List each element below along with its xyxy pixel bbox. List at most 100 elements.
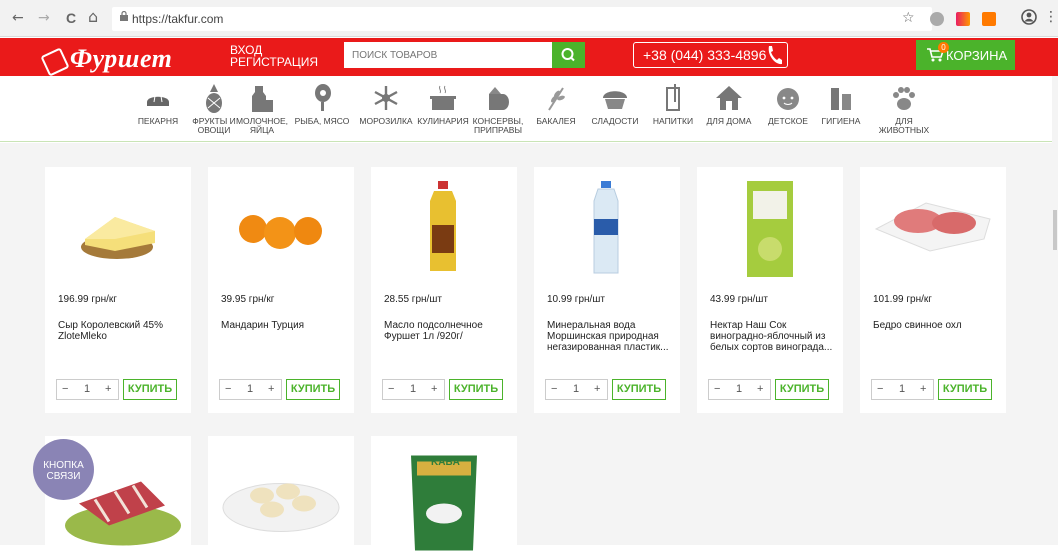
search-button[interactable]	[552, 42, 585, 68]
product-name[interactable]: Бедро свинное охл	[873, 320, 998, 331]
product-card[interactable]: 28.55 грн/шт Масло подсолнечное Фуршет 1…	[371, 167, 517, 413]
buy-button[interactable]: КУПИТЬ	[449, 379, 503, 400]
quantity-value[interactable]: 1	[84, 383, 90, 395]
quantity-stepper[interactable]: − 1 +	[56, 379, 119, 400]
phone-button[interactable]: +38 (044) 333-4896	[633, 42, 788, 68]
forward-icon[interactable]: →	[38, 10, 50, 26]
dumplings-image	[222, 483, 340, 532]
minus-icon[interactable]: −	[225, 383, 231, 395]
bookmark-star-icon[interactable]: ☆	[902, 10, 915, 26]
quantity-value[interactable]: 1	[736, 383, 742, 395]
baby-icon	[777, 88, 799, 110]
extension-icon[interactable]	[956, 12, 970, 26]
contact-button[interactable]: КНОПКА СВЯЗИ	[33, 439, 94, 500]
paw-icon	[893, 87, 915, 110]
product-name[interactable]: Нектар Наш Сок виноградно-яблочный из бе…	[710, 320, 835, 353]
bread-icon	[147, 95, 169, 106]
product-card[interactable]: 39.95 грн/кг Мандарин Турция − 1 + КУПИТЬ	[208, 167, 354, 413]
product-price: 39.95 грн/кг	[221, 294, 275, 305]
quantity-stepper[interactable]: − 1 +	[382, 379, 445, 400]
plus-icon[interactable]: +	[268, 383, 274, 395]
pot-icon	[430, 85, 456, 110]
plus-icon[interactable]: +	[920, 383, 926, 395]
quantity-value[interactable]: 1	[573, 383, 579, 395]
cart-label: КОРЗИНА	[946, 48, 1008, 63]
house-icon	[716, 86, 742, 110]
reload-icon[interactable]: C	[66, 10, 76, 26]
coffee-brand-label: KABA	[431, 457, 460, 468]
minus-icon[interactable]: −	[714, 383, 720, 395]
quantity-stepper[interactable]: − 1 +	[219, 379, 282, 400]
buy-button[interactable]: КУПИТЬ	[938, 379, 992, 400]
buy-button[interactable]: КУПИТЬ	[612, 379, 666, 400]
oil-bottle-image	[430, 181, 456, 271]
plus-icon[interactable]: +	[105, 383, 111, 395]
category-label: РЫБА, МЯСО	[294, 116, 350, 126]
cheese-image	[81, 217, 155, 259]
product-card[interactable]: KABA	[371, 436, 517, 551]
buy-button[interactable]: КУПИТЬ	[775, 379, 829, 400]
plus-icon[interactable]: +	[757, 383, 763, 395]
quantity-stepper[interactable]: − 1 +	[708, 379, 771, 400]
product-card[interactable]: 196.99 грн/кг Сыр Королевский 45% ZloteM…	[45, 167, 191, 413]
contact-label-line2: СВЯЗИ	[46, 471, 81, 482]
home-icon[interactable]: ⌂	[88, 7, 98, 26]
browser-menu-icon[interactable]: ⋮	[1044, 9, 1058, 25]
scrollbar-thumb[interactable]	[1053, 210, 1057, 250]
register-link[interactable]: РЕГИСТРАЦИЯ	[230, 56, 318, 68]
product-name[interactable]: Масло подсолнечное Фуршет 1л /920г/	[384, 320, 509, 342]
category-label-line2: ЖИВОТНЫХ	[878, 125, 930, 135]
product-card[interactable]	[208, 436, 354, 545]
buy-button[interactable]: КУПИТЬ	[286, 379, 340, 400]
account-icon[interactable]	[1021, 9, 1037, 29]
water-bottle-image	[593, 181, 619, 274]
category-label-line2: ЯЙЦА	[249, 125, 275, 135]
milk-icon	[252, 86, 273, 112]
minus-icon[interactable]: −	[62, 383, 68, 395]
cart-button[interactable]: КОРЗИНА	[916, 40, 1015, 70]
product-price: 196.99 грн/кг	[58, 294, 117, 305]
meat-icon	[315, 84, 331, 111]
quantity-value[interactable]: 1	[247, 383, 253, 395]
search-input[interactable]	[344, 42, 552, 68]
minus-icon[interactable]: −	[877, 383, 883, 395]
category-hygiene[interactable]: ГИГИЕНА	[806, 78, 876, 126]
plus-icon[interactable]: +	[594, 383, 600, 395]
product-name[interactable]: Минеральная вода Моршинская природная не…	[547, 320, 672, 353]
product-name[interactable]: Сыр Королевский 45% ZloteMleko	[58, 320, 183, 342]
quantity-value[interactable]: 1	[410, 383, 416, 395]
lock-icon	[120, 10, 128, 24]
product-card[interactable]: 10.99 грн/шт Минеральная вода Моршинская…	[534, 167, 680, 413]
minus-icon[interactable]: −	[551, 383, 557, 395]
pineapple-icon	[206, 84, 222, 113]
phone-icon	[768, 46, 782, 65]
quantity-stepper[interactable]: − 1 +	[545, 379, 608, 400]
back-icon[interactable]: ←	[12, 10, 24, 26]
site-logo[interactable]: Фуршет	[70, 44, 172, 74]
snowflake-icon	[374, 86, 398, 110]
url-text[interactable]: https://takfur.com	[132, 12, 223, 26]
tangerine-image	[239, 215, 322, 249]
product-card[interactable]: 43.99 грн/шт Нектар Наш Сок виноградно-я…	[697, 167, 843, 413]
pork-image	[874, 202, 991, 252]
extension-chart-icon[interactable]	[982, 12, 996, 26]
category-label: ГИГИЕНА	[821, 116, 861, 126]
quantity-stepper[interactable]: − 1 +	[871, 379, 934, 400]
product-price: 28.55 грн/шт	[384, 294, 442, 305]
plus-icon[interactable]: +	[431, 383, 437, 395]
product-price: 101.99 грн/кг	[873, 294, 932, 305]
category-fish-meat[interactable]: РЫБА, МЯСО	[287, 78, 357, 126]
juice-box-image	[747, 181, 793, 277]
address-bar[interactable]	[112, 7, 932, 31]
minus-icon[interactable]: −	[388, 383, 394, 395]
login-register-link[interactable]: ВХОД РЕГИСТРАЦИЯ	[230, 44, 318, 68]
page-scrollbar[interactable]	[1052, 76, 1058, 545]
product-name[interactable]: Мандарин Турция	[221, 320, 346, 331]
buy-button[interactable]: КУПИТЬ	[123, 379, 177, 400]
category-pets[interactable]: ДЛЯ ЖИВОТНЫХ	[869, 78, 939, 135]
extension-globe-icon[interactable]	[930, 12, 944, 26]
product-card[interactable]: 101.99 грн/кг Бедро свинное охл − 1 + КУПИ…	[860, 167, 1006, 413]
coffee-pack-image	[411, 455, 477, 551]
search-field[interactable]	[344, 42, 552, 68]
quantity-value[interactable]: 1	[899, 383, 905, 395]
